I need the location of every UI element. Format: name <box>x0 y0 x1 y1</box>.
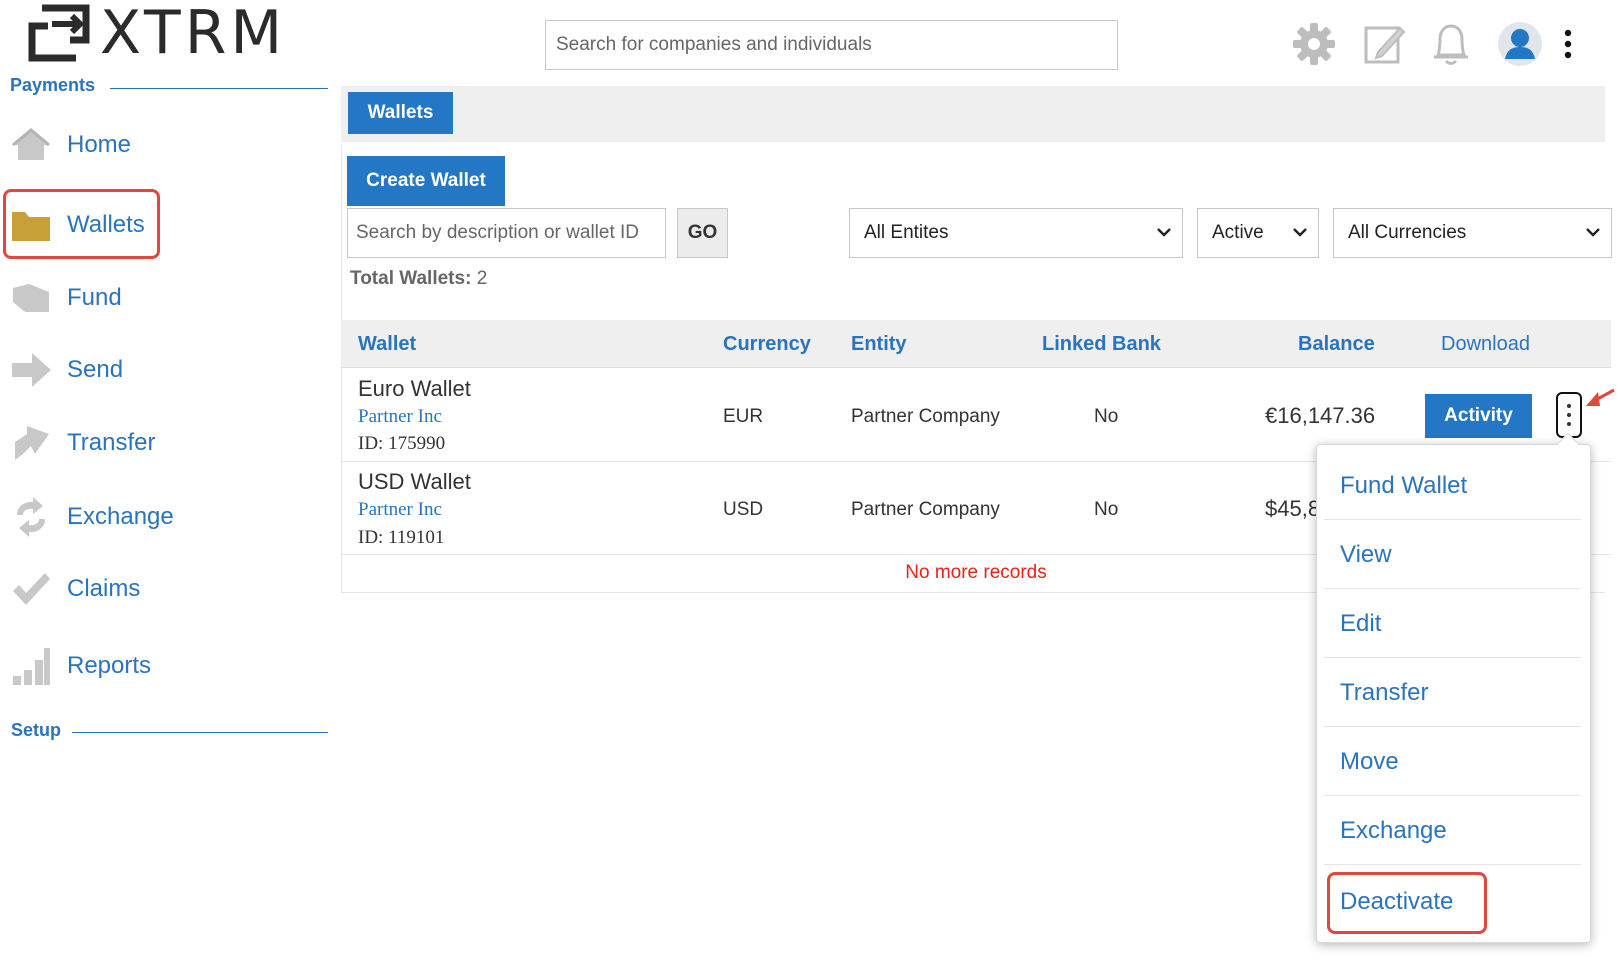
wallet-entity: Partner Company <box>851 406 1000 427</box>
wallet-entity: Partner Company <box>851 499 1000 520</box>
wallet-name: Euro Wallet <box>358 376 471 401</box>
bell-icon[interactable] <box>1428 18 1474 70</box>
payments-divider <box>110 88 328 89</box>
send-arrow-icon <box>10 349 52 391</box>
wallet-balance: $45,8 <box>1265 496 1321 521</box>
activity-button[interactable]: Activity <box>1425 394 1532 438</box>
xtrm-logo[interactable]: XTRM <box>26 2 286 64</box>
total-wallets-value: 2 <box>476 268 488 289</box>
sidebar-item-send[interactable]: Send <box>0 340 330 400</box>
sidebar-item-home[interactable]: Home <box>0 115 330 175</box>
wallet-linked-bank: No <box>1094 406 1119 427</box>
sidebar-item-label: Home <box>67 131 132 158</box>
tab-strip <box>341 86 1605 142</box>
sidebar-item-exchange[interactable]: Exchange <box>0 487 330 547</box>
logo-mark-icon <box>28 4 90 62</box>
fund-icon <box>10 277 52 319</box>
logo-text: XTRM <box>100 0 287 68</box>
sidebar-item-reports[interactable]: Reports <box>0 636 330 696</box>
table-header <box>341 320 1611 368</box>
chevron-down-icon <box>1293 228 1307 237</box>
chevron-down-icon <box>1157 228 1171 237</box>
deactivate-highlight-box <box>1327 872 1487 934</box>
wallet-company-link[interactable]: Partner Inc <box>358 499 442 521</box>
menu-item-fund-wallet[interactable]: Fund Wallet <box>1324 452 1581 520</box>
home-icon <box>10 124 52 166</box>
sidebar-item-label: Reports <box>67 652 152 679</box>
col-header-entity[interactable]: Entity <box>851 333 907 356</box>
tab-wallets[interactable]: Wallets <box>348 92 453 134</box>
user-avatar-icon[interactable] <box>1496 18 1544 70</box>
col-header-linked-bank[interactable]: Linked Bank <box>1042 333 1161 356</box>
checkmark-icon <box>10 568 52 610</box>
wallets-highlight-box <box>3 189 160 259</box>
setup-section-label: Setup <box>11 720 62 740</box>
entities-select-value: All Entites <box>864 222 949 243</box>
total-wallets: Total Wallets: 2 <box>350 268 487 290</box>
wallet-name: USD Wallet <box>358 469 471 494</box>
col-header-currency[interactable]: Currency <box>723 333 811 356</box>
download-link[interactable]: Download <box>1441 333 1530 356</box>
status-select-value: Active <box>1212 222 1264 243</box>
total-wallets-label: Total Wallets: <box>350 268 472 289</box>
menu-item-move[interactable]: Move <box>1324 728 1581 796</box>
wallet-company-link[interactable]: Partner Inc <box>358 406 442 428</box>
go-button[interactable]: GO <box>677 208 728 258</box>
row-more-icon[interactable] <box>1556 392 1582 438</box>
wallet-balance: €16,147.36 <box>1265 403 1376 428</box>
wallet-currency: EUR <box>723 406 764 427</box>
wallet-linked-bank: No <box>1094 499 1119 520</box>
sidebar-item-label: Fund <box>67 284 122 311</box>
entities-select[interactable]: All Entites <box>849 208 1183 258</box>
wallet-currency: USD <box>723 499 764 520</box>
exchange-icon <box>10 496 52 538</box>
edit-note-icon[interactable] <box>1362 18 1408 70</box>
sidebar-item-label: Send <box>67 356 124 383</box>
menu-item-transfer[interactable]: Transfer <box>1324 659 1581 727</box>
sidebar-item-claims[interactable]: Claims <box>0 559 330 619</box>
menu-item-edit[interactable]: Edit <box>1324 590 1581 658</box>
sidebar-item-fund[interactable]: Fund <box>0 268 330 328</box>
sidebar-item-label: Claims <box>67 575 141 602</box>
bar-chart-icon <box>10 645 52 687</box>
col-header-balance[interactable]: Balance <box>1298 333 1375 356</box>
sidebar-item-label: Transfer <box>67 429 156 456</box>
currency-select[interactable]: All Currencies <box>1333 208 1612 258</box>
status-select[interactable]: Active <box>1197 208 1319 258</box>
setup-divider <box>72 732 328 733</box>
chevron-down-icon <box>1586 228 1600 237</box>
payments-section-label: Payments <box>10 75 96 95</box>
wallet-id: ID: 175990 <box>358 433 446 454</box>
sidebar-item-transfer[interactable]: Transfer <box>0 413 330 473</box>
create-wallet-button[interactable]: Create Wallet <box>347 156 505 206</box>
menu-item-view[interactable]: View <box>1324 521 1581 589</box>
sidebar-item-label: Exchange <box>67 503 174 530</box>
transfer-arrow-icon <box>10 422 52 464</box>
global-search-input[interactable] <box>545 20 1118 70</box>
wallet-id: ID: 119101 <box>358 527 445 548</box>
more-vertical-icon[interactable] <box>1556 18 1580 70</box>
red-arrow-icon <box>1586 388 1615 406</box>
wallet-search-input[interactable] <box>347 208 666 258</box>
currency-select-value: All Currencies <box>1348 222 1467 243</box>
col-header-wallet[interactable]: Wallet <box>358 333 416 356</box>
menu-item-exchange[interactable]: Exchange <box>1324 797 1581 865</box>
gear-icon[interactable] <box>1290 18 1338 70</box>
